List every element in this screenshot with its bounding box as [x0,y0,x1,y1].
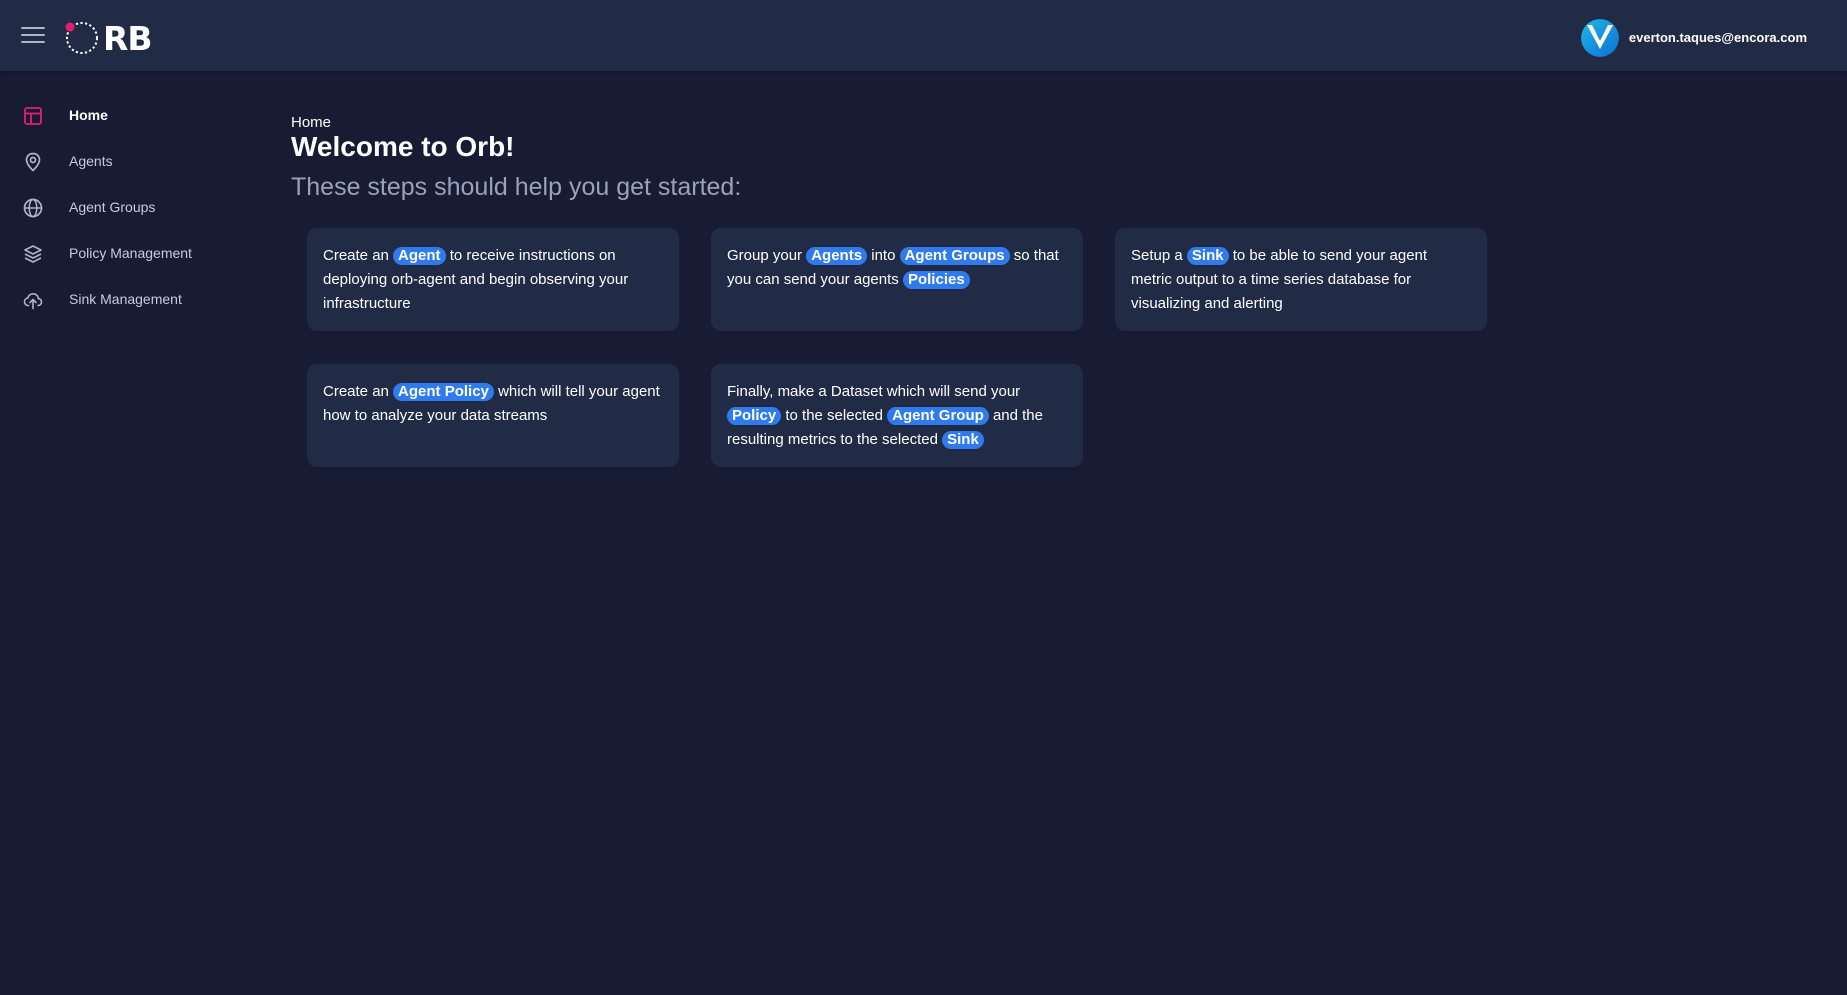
cloud-upload-icon [23,292,43,310]
sidebar-item-sink-management[interactable]: Sink Management [0,279,260,319]
user-email: everton.taques@encora.com [1628,30,1807,45]
sidebar-item-home[interactable]: Home [0,95,260,135]
page-subtitle: These steps should help you get started: [291,173,742,201]
agents-pill-link[interactable]: Agents [806,247,868,265]
card-text: Group your [727,247,803,264]
card-text: to the selected [785,407,883,424]
step-card-agent-groups: Group your Agents into Agent Groups so t… [711,228,1083,331]
layout-icon [24,107,42,125]
sidebar-item-label: Policy Management [69,245,192,261]
agent-groups-pill-link[interactable]: Agent Groups [899,247,1010,265]
breadcrumb[interactable]: Home [291,114,331,131]
avatar [1580,18,1619,57]
agent-group-pill-link[interactable]: Agent Group [887,407,989,425]
orb-logo[interactable]: RB [64,18,153,58]
sidebar-item-agents[interactable]: Agents [0,141,260,181]
sidebar-item-policy-management[interactable]: Policy Management [0,233,260,273]
step-card-dataset: Finally, make a Dataset which will send … [711,364,1083,467]
layers-icon [24,245,42,263]
logo-text: RB [103,18,153,58]
sidebar-item-label: Sink Management [69,291,182,307]
step-card-agent: Create an Agent to receive instructions … [307,228,679,331]
map-pin-icon [25,152,41,172]
card-text: Finally, make a Dataset which will send … [727,383,1021,400]
sink-pill-link[interactable]: Sink [1186,247,1229,265]
orb-ring-icon [65,22,98,54]
step-card-sink: Setup a Sink to be able to send your age… [1115,228,1487,331]
globe-icon [23,198,43,218]
sidebar-item-label: Home [69,107,108,123]
sidebar: Home Agents Agent Groups Policy Manageme… [0,71,260,995]
sidebar-item-label: Agent Groups [69,199,156,215]
page-title: Welcome to Orb! [291,131,515,162]
card-text: into [871,247,896,264]
policies-pill-link[interactable]: Policies [902,271,970,289]
card-text: Setup a [1131,247,1183,264]
agent-pill-link[interactable]: Agent [393,247,446,265]
menu-icon[interactable] [21,27,45,47]
policy-pill-link[interactable]: Policy [727,407,782,425]
top-header: RB everton.taques@encora.com [0,0,1847,71]
sink-pill-link[interactable]: Sink [942,431,984,449]
step-card-agent-policy: Create an Agent Policy which will tell y… [307,364,679,467]
card-text: Create an [323,383,389,400]
sidebar-item-label: Agents [69,153,113,169]
agent-policy-pill-link[interactable]: Agent Policy [393,383,494,401]
user-menu[interactable]: everton.taques@encora.com [1580,18,1807,57]
card-text: Create an [323,247,389,264]
sidebar-item-agent-groups[interactable]: Agent Groups [0,187,260,227]
